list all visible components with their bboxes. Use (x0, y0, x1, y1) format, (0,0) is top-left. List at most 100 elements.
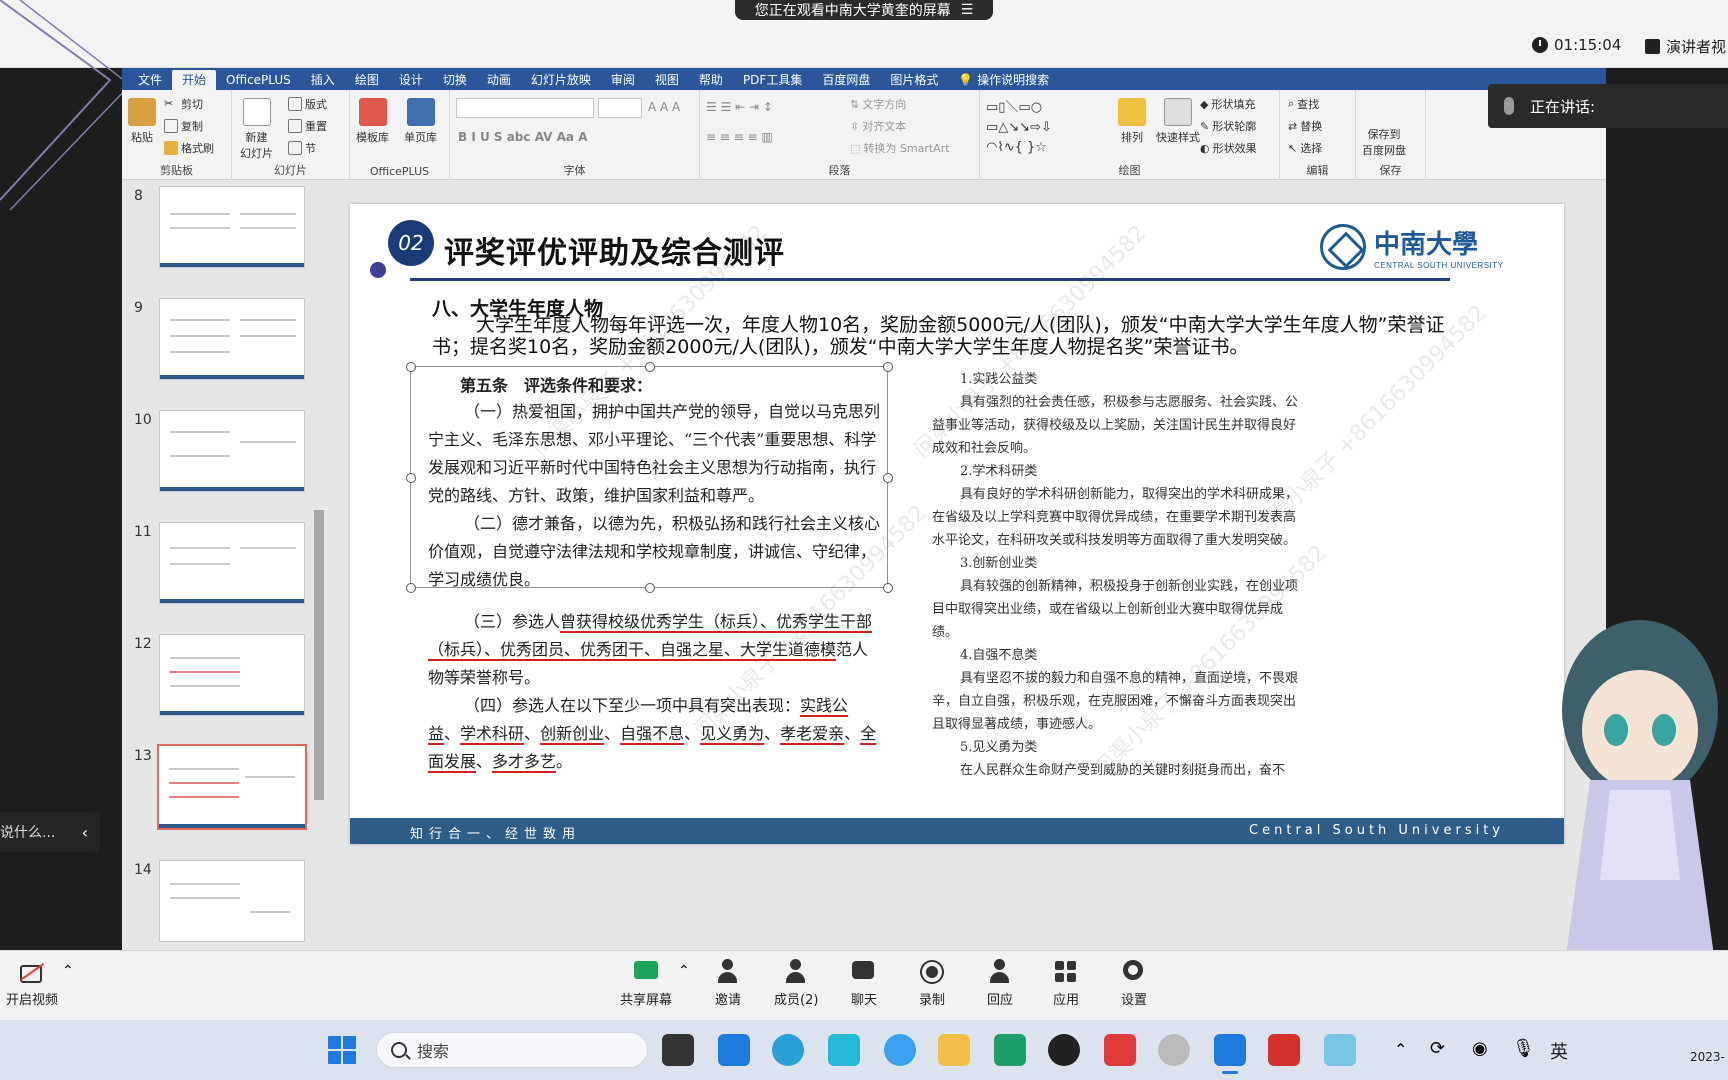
tab-home[interactable]: 开始 (172, 70, 217, 90)
taskbar-search[interactable]: 搜索 (376, 1032, 648, 1068)
chat-hint-tab[interactable]: 说什么... ‹ (0, 812, 100, 852)
tab-view[interactable]: 视图 (645, 70, 689, 90)
tab-review[interactable]: 审阅 (601, 70, 645, 90)
shape-effects-button[interactable]: ◐ 形状效果 (1200, 140, 1257, 156)
tab-transitions[interactable]: 切换 (433, 70, 477, 90)
replace-button[interactable]: ⇄ 替换 (1288, 118, 1322, 134)
pdf-reader-icon[interactable] (1268, 1034, 1300, 1066)
category-column[interactable]: 1.实践公益类 具有强烈的社会责任感，积极参与志愿服务、社会实践、公益事业等活动… (932, 368, 1308, 782)
help-icon[interactable] (884, 1034, 916, 1066)
app-icon[interactable] (1158, 1034, 1190, 1066)
network-icon[interactable]: ⟳ (1430, 1038, 1445, 1059)
tab-pdf-tools[interactable]: PDF工具集 (733, 70, 812, 90)
cut-button[interactable]: ✂ 剪切 (164, 96, 203, 112)
folder-icon[interactable] (938, 1034, 970, 1066)
start-video-button[interactable]: 开启视频 (6, 959, 58, 1008)
tab-animations[interactable]: 动画 (477, 70, 521, 90)
section-button[interactable]: 节 (288, 140, 316, 156)
slide-title[interactable]: 评奖评优评助及综合测评 (444, 228, 785, 272)
font-name-combo[interactable] (456, 98, 594, 118)
reaction-button[interactable]: 回应 (986, 959, 1014, 1008)
record-button[interactable]: 录制 (918, 959, 946, 1008)
select-button[interactable]: ↖ 选择 (1288, 140, 1322, 156)
chevron-up-icon[interactable]: ⌃ (62, 963, 74, 979)
slide-thumbnail[interactable] (159, 410, 305, 492)
bilibili-icon[interactable] (828, 1034, 860, 1066)
windows-start-icon[interactable] (328, 1036, 356, 1064)
grow-font-icon[interactable]: A A A (648, 100, 680, 114)
invite-button[interactable]: 邀请 (714, 959, 742, 1008)
tab-design[interactable]: 设计 (389, 70, 433, 90)
menu-icon[interactable]: ☰ (961, 2, 974, 18)
resize-handle[interactable] (883, 362, 893, 372)
format-icons-row[interactable]: B I U S abc AV Aa A (458, 130, 587, 144)
smartart-button[interactable]: ⬚ 转换为 SmartArt (850, 140, 950, 156)
slide-thumbnail[interactable] (159, 186, 305, 268)
quick-styles-button[interactable]: 快速样式 (1156, 98, 1200, 145)
input-method-indicator[interactable]: 英 (1550, 1038, 1568, 1064)
slide-thumbnail-selected[interactable] (157, 744, 307, 830)
save-baidu-button[interactable]: 保存到 百度网盘 (1362, 126, 1406, 158)
chat-button[interactable]: 聊天 (850, 959, 878, 1008)
shape-outline-button[interactable]: ✎ 形状轮廓 (1200, 118, 1256, 134)
arrange-button[interactable]: 排列 (1118, 98, 1146, 145)
tab-help[interactable]: 帮助 (689, 70, 733, 90)
chevron-up-icon[interactable]: ⌃ (678, 963, 690, 979)
file-manager-icon[interactable] (662, 1034, 694, 1066)
myhp-icon[interactable] (718, 1034, 750, 1066)
tab-tell-me[interactable]: 💡 操作说明搜索 (948, 70, 1059, 90)
resize-handle[interactable] (883, 473, 893, 483)
livebot-icon[interactable] (1324, 1034, 1356, 1066)
settings-button[interactable]: 设置 (1120, 959, 1148, 1008)
thumbnail-scroll-knob[interactable] (314, 510, 324, 800)
members-button[interactable]: 成员(2) (774, 959, 818, 1008)
align-text-button[interactable]: ⇳ 对齐文本 (850, 118, 906, 134)
qq-tray-icon[interactable]: ◉ (1472, 1038, 1488, 1059)
slide-thumbnail[interactable] (159, 860, 305, 942)
font-size-combo[interactable] (598, 98, 642, 118)
shape-fill-button[interactable]: ◆ 形状填充 (1200, 96, 1255, 112)
slide-thumbnail[interactable] (159, 298, 305, 380)
taskbar-date[interactable]: 2023- (1690, 1050, 1725, 1064)
slide-thumbnail[interactable] (159, 522, 305, 604)
find-button[interactable]: ⌕ 查找 (1288, 96, 1319, 112)
layout-button[interactable]: 版式 (288, 96, 327, 112)
tab-insert[interactable]: 插入 (301, 70, 345, 90)
new-slide-button[interactable]: 新建 幻灯片 (240, 98, 273, 161)
article-body-continued[interactable]: （三）参选人曾获得校级优秀学生（标兵）、优秀学生干部（标兵）、优秀团员、优秀团干… (428, 608, 880, 776)
tab-slideshow[interactable]: 幻灯片放映 (521, 70, 601, 90)
tab-file[interactable]: 文件 (128, 70, 172, 90)
shapes-gallery[interactable]: ▭▯＼▭○ ▭△↘↘⇨⇩ ◠⌇∿{ }☆ (986, 98, 1052, 158)
share-banner[interactable]: 您正在观看中南大学黄奎的屏幕 ☰ (735, 0, 993, 20)
microphone-tray-icon[interactable]: 🎙 (1512, 1038, 1535, 1059)
tab-officeplus[interactable]: OfficePLUS (216, 70, 301, 90)
list-icons-row[interactable]: ☰ ☰ ⇤ ⇥ ↕ (706, 100, 773, 114)
resize-handle[interactable] (645, 362, 655, 372)
share-screen-button[interactable]: 共享屏幕 (620, 959, 672, 1008)
resize-handle[interactable] (883, 583, 893, 593)
paste-button[interactable]: 粘贴 (128, 98, 156, 145)
tab-picture-format[interactable]: 图片格式 (880, 70, 948, 90)
wps-icon[interactable] (1104, 1034, 1136, 1066)
slide-thumbnail[interactable] (159, 634, 305, 716)
apps-button[interactable]: 应用 (1052, 959, 1080, 1008)
section-intro[interactable]: 大学生年度人物每年评选一次，年度人物10名，奖励金额5000元/人(团队)，颁发… (432, 314, 1462, 358)
format-painter-button[interactable]: 格式刷 (164, 140, 214, 156)
edge-browser-icon[interactable] (772, 1034, 804, 1066)
tray-chevron-up-icon[interactable]: ⌃ (1394, 1040, 1407, 1059)
slide-canvas[interactable]: 问渠小泉子 +8616630994582 问渠小泉子 +861663099458… (350, 204, 1564, 844)
resize-handle[interactable] (406, 362, 416, 372)
thumbnail-scrollbar[interactable] (312, 180, 326, 860)
copy-button[interactable]: 复制 (164, 118, 203, 134)
single-page-library-button[interactable]: 单页库 (404, 98, 437, 145)
align-icons-row[interactable]: ≡ ≡ ≡ ≡ ▥ (706, 130, 773, 144)
resize-handle[interactable] (406, 583, 416, 593)
tab-baidu-netdisk[interactable]: 百度网盘 (812, 70, 880, 90)
live-caption-box[interactable]: 正在讲话: (1488, 84, 1728, 128)
qq-icon[interactable] (1048, 1034, 1080, 1066)
reset-button[interactable]: 重置 (288, 118, 327, 134)
tencent-meeting-icon[interactable] (1214, 1034, 1246, 1074)
tab-draw[interactable]: 绘图 (345, 70, 389, 90)
resize-handle[interactable] (406, 473, 416, 483)
maps-icon[interactable] (994, 1034, 1026, 1066)
